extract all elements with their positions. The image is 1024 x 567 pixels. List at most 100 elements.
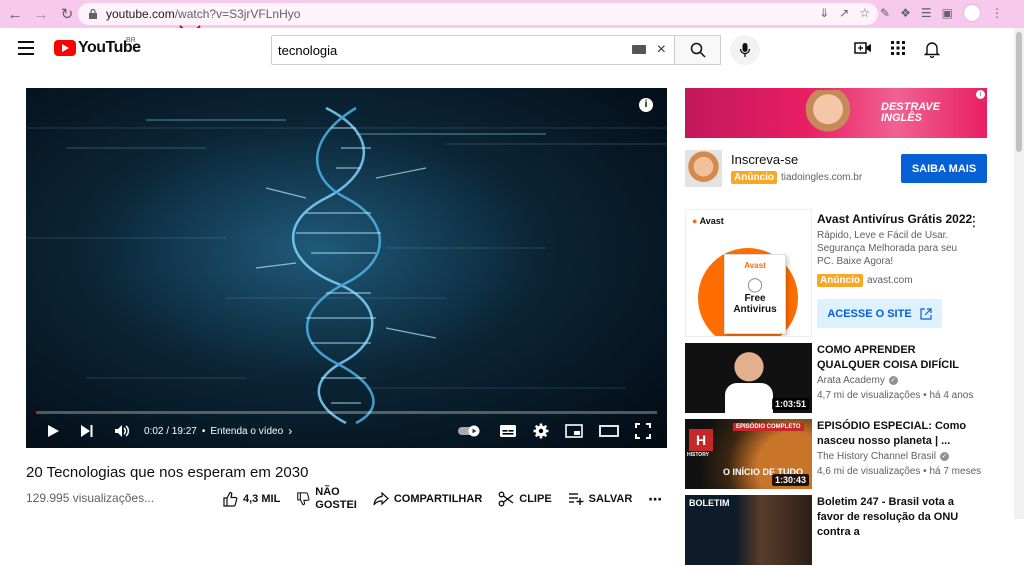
puzzle-extension-icon[interactable]: ❖: [900, 6, 911, 20]
browser-menu-icon[interactable]: ⋮: [991, 6, 1003, 20]
add-to-playlist-icon: [568, 493, 584, 505]
settings-gear-icon[interactable]: [533, 423, 549, 439]
ad-banner-photo: [805, 90, 851, 138]
avast-ad-meta: Anúncio avast.com: [817, 274, 913, 287]
saiba-mais-button[interactable]: SAIBA MAIS: [901, 154, 987, 183]
dislike-button[interactable]: NÃO GOSTEI: [296, 486, 357, 512]
video-thumbnail[interactable]: H HISTORY EPISÓDIO COMPLETO O INÍCIO DE …: [685, 419, 812, 489]
scissors-icon: [498, 491, 514, 507]
play-icon[interactable]: [46, 424, 60, 438]
avast-ad-thumbnail[interactable]: ● Avast Avast ◯ Free Antivirus: [685, 209, 812, 337]
apps-grid-icon[interactable]: [890, 40, 906, 56]
clip-label: CLIPE: [519, 493, 552, 505]
youtube-play-logo-icon: [54, 40, 76, 56]
time-display: 0:02 / 19:27: [144, 425, 197, 437]
more-actions-icon[interactable]: ⋯: [648, 491, 662, 508]
external-link-icon: [920, 307, 932, 320]
avast-product-box: Avast ◯ Free Antivirus: [724, 254, 786, 334]
subtitles-icon[interactable]: [499, 424, 517, 438]
share-button[interactable]: COMPARTILHAR: [373, 492, 482, 506]
scrollbar-thumb[interactable]: [1016, 32, 1022, 152]
ad-info-icon[interactable]: i: [976, 90, 985, 99]
info-icon[interactable]: i: [639, 98, 653, 112]
video-title[interactable]: Boletim 247 - Brasil vota a favor de res…: [817, 495, 977, 540]
share-arrow-icon: [373, 492, 389, 506]
acesse-label: ACESSE O SITE: [827, 307, 912, 320]
menu-hamburger-icon[interactable]: [18, 41, 34, 59]
recommended-video[interactable]: H HISTORY EPISÓDIO COMPLETO O INÍCIO DE …: [685, 419, 987, 491]
chevron-right-icon[interactable]: ›: [288, 424, 292, 438]
theater-mode-icon[interactable]: [599, 424, 619, 438]
video-actions: 4,3 MIL NÃO GOSTEI COMPARTILHAR CLIPE SAL…: [222, 486, 678, 512]
avast-brand-logo: ● Avast: [692, 216, 724, 226]
youtube-logo[interactable]: YouTube BR: [54, 37, 141, 57]
subscribe-ad-title: Inscreva-se: [731, 152, 799, 167]
video-title[interactable]: COMO APRENDER QUALQUER COISA DIFÍCIL: [817, 343, 977, 373]
thumbnail-shirt: [725, 383, 773, 413]
recommended-video[interactable]: 1:03:51 COMO APRENDER QUALQUER COISA DIF…: [685, 343, 987, 415]
microphone-icon: [739, 43, 751, 57]
more-options-icon[interactable]: ⋮: [967, 213, 981, 230]
avast-domain: avast.com: [867, 275, 913, 286]
browser-toolbar: ← → ↻ youtube.com/watch?v=S3jrVFLnHyo ⇓ …: [0, 0, 1024, 28]
avast-box-brand: Avast: [744, 261, 766, 270]
media-queue-icon[interactable]: ☰: [921, 6, 932, 20]
search-input[interactable]: [278, 42, 628, 58]
video-title: 20 Tecnologias que nos esperam em 2030: [26, 464, 309, 481]
like-button[interactable]: 4,3 MIL: [222, 491, 280, 507]
player-controls: 0:02 / 19:27 • Entenda o vídeo ›: [26, 414, 667, 448]
channel-name-text: The History Channel Brasil: [817, 451, 936, 462]
avast-ad-title[interactable]: Avast Antivírus Grátis 2022: [817, 212, 972, 226]
url-domain: youtube.com: [106, 7, 175, 21]
forward-arrow-icon[interactable]: →: [30, 3, 52, 25]
side-panel-icon[interactable]: ▣: [942, 6, 953, 20]
clear-search-icon[interactable]: ×: [657, 41, 666, 59]
share-label: COMPARTILHAR: [393, 493, 483, 505]
next-video-icon[interactable]: [80, 424, 94, 438]
dislike-label-line1: NÃO: [315, 486, 340, 498]
video-player[interactable]: i 0:02 / 19:27 • Entenda o vídeo ›: [26, 88, 667, 448]
channel-name[interactable]: Arata Academy ✓: [817, 375, 898, 386]
clip-button[interactable]: CLIPE: [498, 491, 552, 507]
channel-name[interactable]: The History Channel Brasil ✓: [817, 451, 949, 462]
create-video-icon[interactable]: [854, 40, 872, 56]
autoplay-toggle-icon[interactable]: [457, 425, 483, 437]
save-button[interactable]: SALVAR: [568, 492, 632, 506]
install-icon[interactable]: ⇓: [819, 6, 829, 20]
banner-ad[interactable]: DESTRAVE INGLÊS i: [685, 88, 987, 138]
chapter-title[interactable]: Entenda o vídeo: [210, 426, 283, 437]
search-icon: [690, 42, 706, 58]
bookmark-star-icon[interactable]: ☆: [859, 6, 870, 20]
share-page-icon[interactable]: ↗: [839, 6, 849, 20]
ad-banner-line2: INGLÊS: [881, 112, 922, 124]
fullscreen-icon[interactable]: [635, 423, 651, 439]
dislike-label-line2: GOSTEI: [315, 499, 357, 511]
avast-ad[interactable]: ● Avast Avast ◯ Free Antivirus Avast Ant…: [685, 209, 987, 339]
recommended-video[interactable]: BOLETIM Boletim 247 - Brasil vota a favo…: [685, 495, 987, 567]
miniplayer-icon[interactable]: [565, 424, 583, 438]
profile-avatar[interactable]: [962, 4, 981, 22]
acesse-site-button[interactable]: ACESSE O SITE: [817, 299, 942, 328]
thumbs-down-icon: [297, 492, 310, 506]
video-duration: 1:03:51: [771, 398, 809, 410]
volume-icon[interactable]: [114, 424, 130, 438]
back-arrow-icon[interactable]: ←: [4, 3, 26, 25]
reload-icon[interactable]: ↻: [56, 3, 78, 25]
search-button[interactable]: [675, 35, 721, 65]
video-thumbnail[interactable]: BOLETIM: [685, 495, 812, 565]
search-box: ×: [271, 35, 675, 65]
subscribe-ad[interactable]: Inscreva-se Anúncio tiadoingles.com.br S…: [685, 150, 987, 190]
history-logo-icon: H: [689, 429, 713, 451]
history-logo-text: HISTORY: [687, 452, 709, 458]
video-title[interactable]: EPISÓDIO ESPECIAL: Como nasceu nosso pla…: [817, 419, 977, 449]
shield-icon: ◯: [747, 276, 763, 292]
voice-search-button[interactable]: [730, 35, 760, 65]
avast-brand-text: Avast: [699, 216, 724, 226]
pen-extension-icon[interactable]: ✎: [880, 6, 890, 20]
view-count[interactable]: 129.995 visualizações...: [26, 491, 154, 505]
notifications-bell-icon[interactable]: [924, 40, 940, 58]
page-scrollbar[interactable]: [1014, 28, 1024, 519]
keyboard-icon[interactable]: [632, 45, 646, 54]
video-meta: 4,6 mi de visualizações • há 7 meses: [817, 466, 982, 477]
video-thumbnail[interactable]: 1:03:51: [685, 343, 812, 413]
